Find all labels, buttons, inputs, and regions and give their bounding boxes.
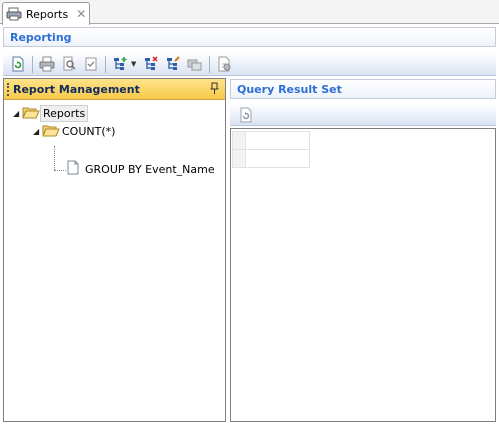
page-title-bar: Reporting <box>3 27 496 47</box>
tab-label: Reports <box>26 7 69 21</box>
chevron-down-icon[interactable]: ▼ <box>131 60 136 68</box>
refresh-results-icon[interactable] <box>237 106 255 124</box>
column-header-cell[interactable] <box>245 131 310 150</box>
tab-reports[interactable]: Reports ✕ <box>2 2 90 25</box>
delete-node-icon[interactable] <box>142 55 160 73</box>
page-title: Reporting <box>10 30 72 44</box>
print-icon[interactable] <box>38 55 56 73</box>
print-preview-icon[interactable] <box>60 55 78 73</box>
query-result-title: Query Result Set <box>237 82 342 96</box>
tree-node-reports[interactable]: ◢ Reports <box>13 104 89 122</box>
toolbar-separator <box>105 55 106 73</box>
report-properties-icon[interactable] <box>82 55 100 73</box>
report-management-panel: Report Management ◢ Reports ◢ COUNT(*) G… <box>3 78 226 422</box>
row-header-cell[interactable] <box>232 149 246 168</box>
refresh-icon[interactable] <box>9 55 27 73</box>
toolbar-separator <box>32 55 33 73</box>
toolbar-separator <box>209 55 211 73</box>
expand-triangle-icon[interactable]: ◢ <box>33 127 42 136</box>
row-header-cell <box>232 131 246 150</box>
tree-node-label: Reports <box>40 104 89 122</box>
result-table <box>232 131 310 168</box>
tree-node-group-by[interactable]: GROUP BY Event_Name <box>67 160 217 178</box>
folder-open-icon <box>42 123 60 140</box>
tree-node-label: COUNT(*) <box>62 124 116 138</box>
tree-node-count[interactable]: ◢ COUNT(*) <box>33 123 117 139</box>
edit-node-icon[interactable] <box>164 55 182 73</box>
document-icon <box>67 160 79 178</box>
tree-connector <box>54 170 66 171</box>
table-row <box>232 149 310 168</box>
tree-node-label: GROUP BY Event_Name <box>85 162 215 176</box>
query-result-grid[interactable] <box>230 128 496 422</box>
close-icon[interactable]: ✕ <box>76 8 86 20</box>
tab-strip: Reports ✕ <box>0 0 499 25</box>
report-management-title: Report Management <box>13 82 140 96</box>
folder-open-icon <box>22 105 40 122</box>
query-result-toolbar <box>230 104 496 126</box>
drag-grip-icon[interactable] <box>7 82 10 96</box>
expand-triangle-icon[interactable]: ◢ <box>13 109 22 118</box>
table-cell[interactable] <box>245 149 310 168</box>
main-toolbar: ▼ <box>3 53 496 76</box>
table-header-row <box>232 131 310 150</box>
add-node-icon[interactable] <box>111 55 129 73</box>
query-result-header: Query Result Set <box>230 79 496 99</box>
report-management-header: Report Management <box>4 79 225 100</box>
reports-tab-icon <box>6 7 22 21</box>
export-icon[interactable] <box>215 55 233 73</box>
pin-icon[interactable] <box>210 82 219 97</box>
copy-node-icon[interactable] <box>186 55 204 73</box>
tree-connector <box>54 146 55 170</box>
